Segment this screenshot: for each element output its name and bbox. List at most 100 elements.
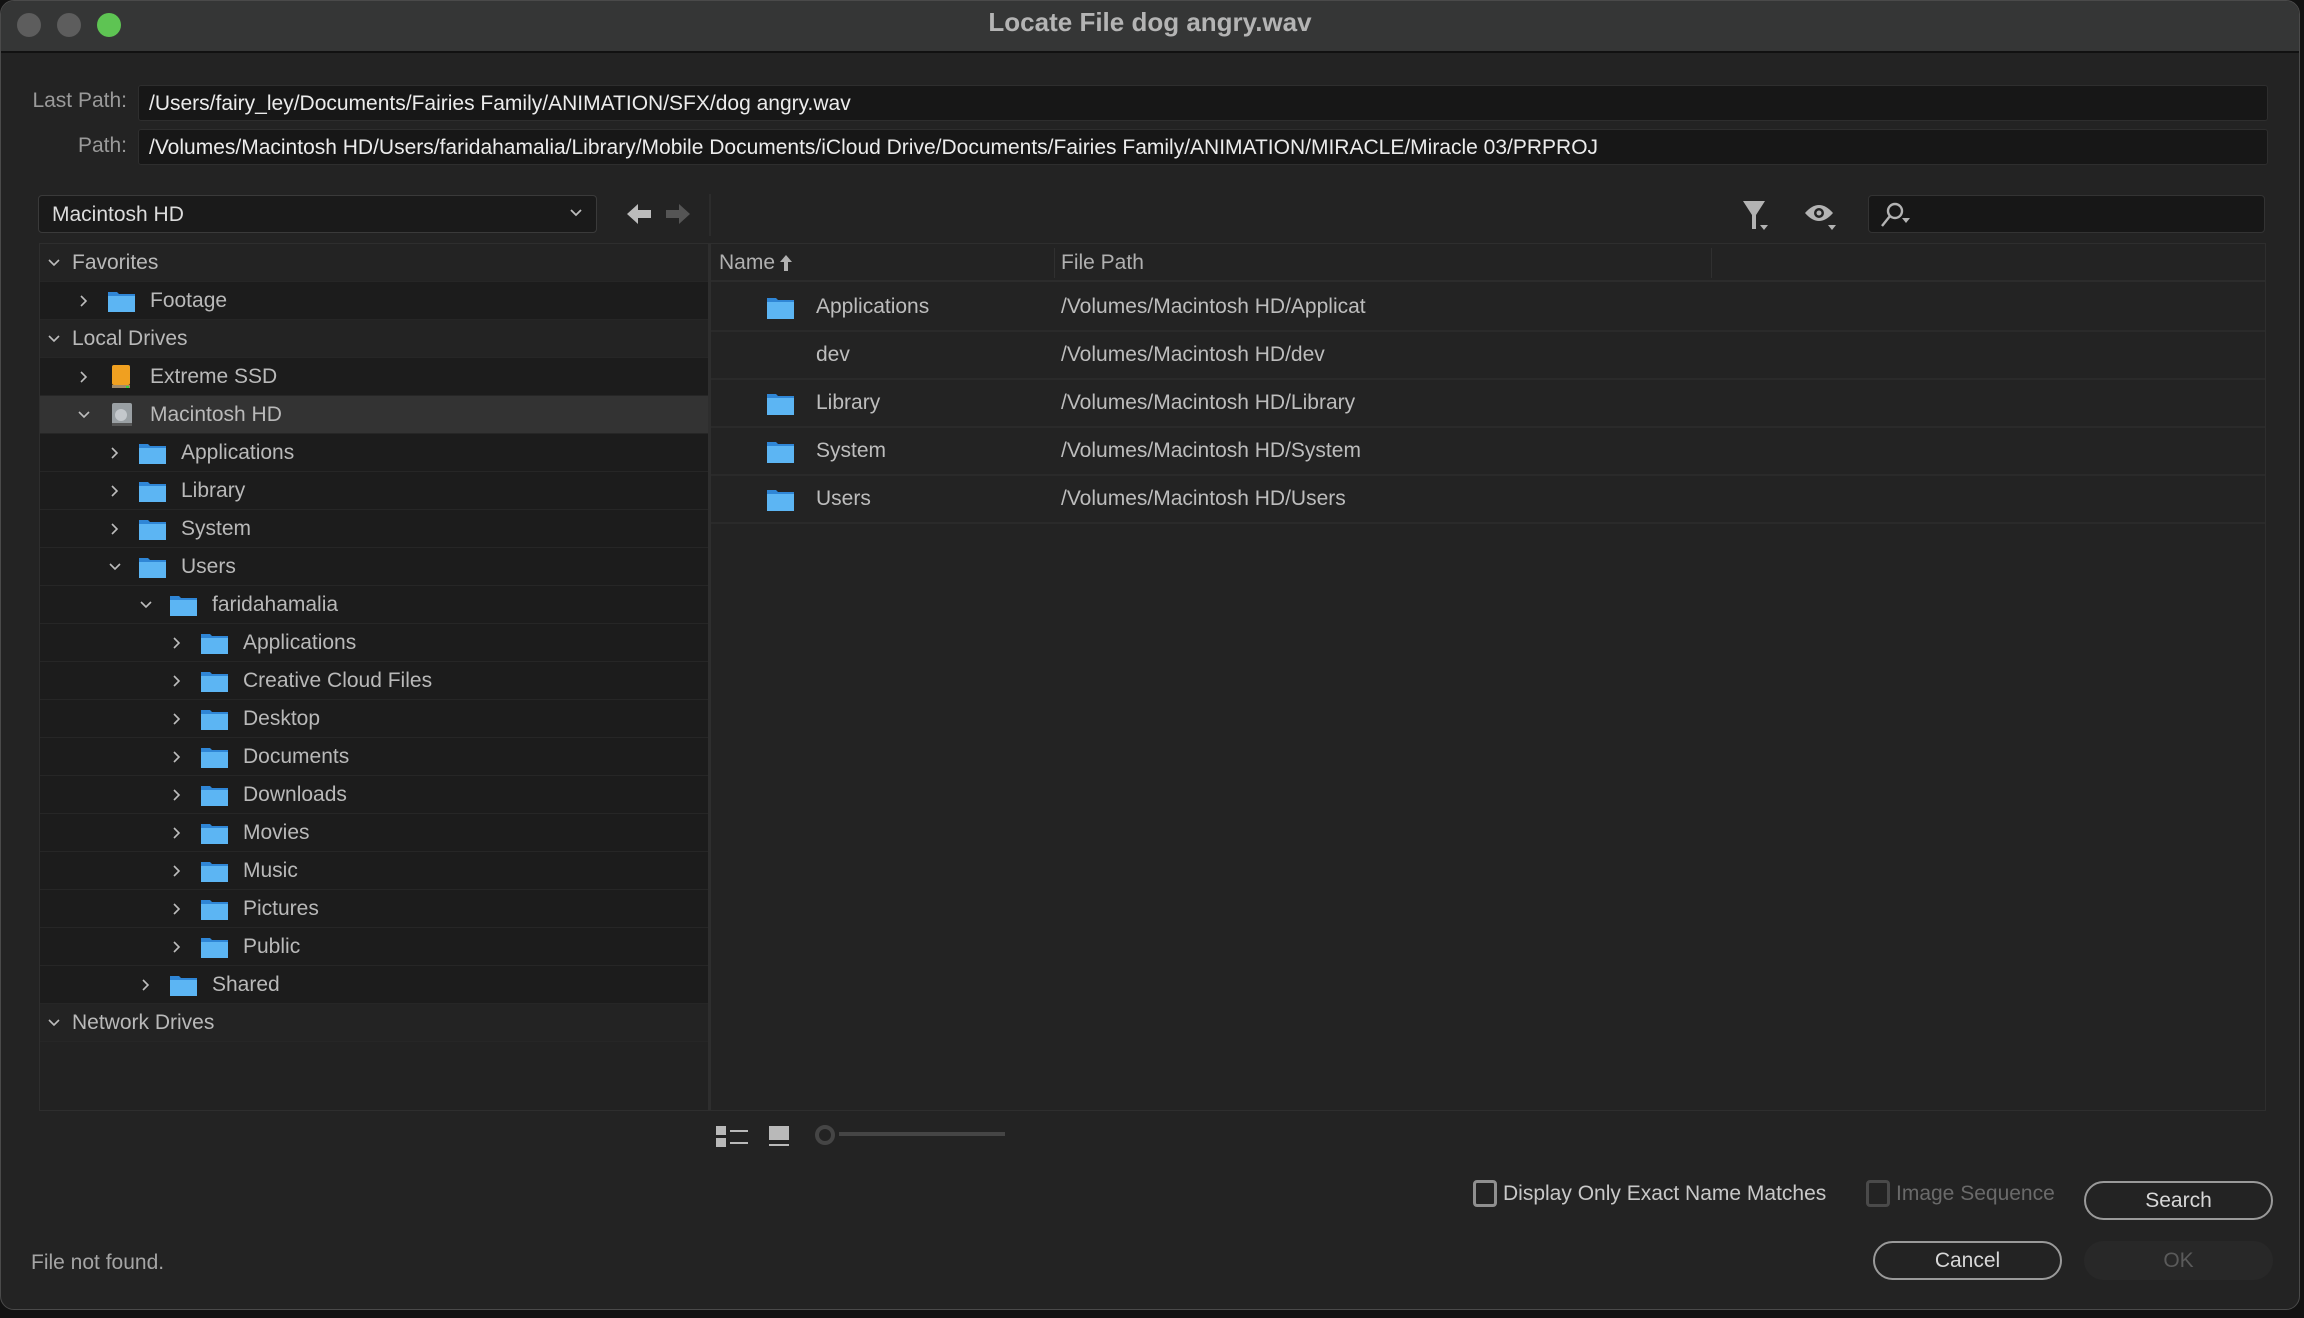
locate-file-dialog: Locate File dog angry.wav Last Path: /Us… (0, 0, 2300, 1310)
tree-item[interactable]: Shared (40, 966, 708, 1004)
file-list-row[interactable]: System/Volumes/Macintosh HD/System (711, 428, 2265, 476)
folder-icon (108, 292, 135, 312)
file-list-row[interactable]: dev/Volumes/Macintosh HD/dev (711, 332, 2265, 380)
chevron-down-icon[interactable] (44, 253, 64, 273)
tree-item[interactable]: Public (40, 928, 708, 966)
chevron-right-icon[interactable] (167, 747, 187, 767)
chevron-down-icon[interactable] (44, 1013, 64, 1033)
tree-item[interactable]: Applications (40, 434, 708, 472)
list-view-button[interactable] (716, 1126, 750, 1150)
drive-dropdown[interactable]: Macintosh HD (38, 195, 597, 233)
file-list-row[interactable]: Library/Volumes/Macintosh HD/Library (711, 380, 2265, 428)
tree-item-label: Network Drives (72, 1011, 215, 1034)
chevron-right-icon[interactable] (167, 709, 187, 729)
sort-ascending-icon (780, 255, 793, 271)
tree-item-label: Music (243, 859, 298, 882)
tree-item[interactable]: Library (40, 472, 708, 510)
system-folder-icon (139, 520, 166, 540)
toolbar-divider (709, 194, 711, 236)
tree-item[interactable]: Creative Cloud Files (40, 662, 708, 700)
chevron-right-icon[interactable] (74, 291, 94, 311)
search-button[interactable]: Search (2084, 1181, 2273, 1220)
applications-folder-icon (201, 634, 228, 654)
chevron-down-icon[interactable] (74, 405, 94, 425)
view-options-button[interactable] (1803, 199, 1843, 233)
tree-item-label: Footage (150, 289, 228, 312)
chevron-down-icon[interactable] (105, 557, 125, 577)
exact-match-checkbox[interactable] (1473, 1180, 1497, 1207)
title-bar: Locate File dog angry.wav (1, 1, 2299, 53)
tree-item-label: Documents (243, 745, 350, 768)
column-resize-handle[interactable] (1711, 248, 1712, 278)
tree-item[interactable]: Macintosh HD (40, 396, 708, 434)
chevron-right-icon[interactable] (167, 785, 187, 805)
forward-button[interactable] (664, 199, 692, 229)
users-folder-icon (138, 555, 167, 579)
tree-item-label: Extreme SSD (150, 365, 278, 388)
zoom-slider-track[interactable] (839, 1132, 1005, 1136)
tree-item[interactable]: Desktop (40, 700, 708, 738)
chevron-right-icon[interactable] (167, 899, 187, 919)
path-field[interactable]: /Volumes/Macintosh HD/Users/faridahamali… (138, 129, 2268, 165)
chevron-right-icon[interactable] (74, 367, 94, 387)
tree-item[interactable]: Applications (40, 624, 708, 662)
tree-item[interactable]: Pictures (40, 890, 708, 928)
chevron-right-icon[interactable] (167, 823, 187, 843)
movies-folder-icon (201, 824, 228, 844)
chevron-right-icon[interactable] (167, 633, 187, 653)
column-resize-handle[interactable] (1054, 248, 1055, 278)
chevron-right-icon[interactable] (167, 671, 187, 691)
tree-item[interactable]: Documents (40, 738, 708, 776)
tree-item[interactable]: Footage (40, 282, 708, 320)
chevron-right-icon[interactable] (105, 443, 125, 463)
tree-group[interactable]: Favorites (40, 244, 708, 282)
chevron-right-icon[interactable] (136, 975, 156, 995)
arrow-left-icon (627, 204, 651, 224)
filter-icon (1743, 201, 1768, 230)
status-message: File not found. (31, 1251, 165, 1274)
tree-item[interactable]: Users (40, 548, 708, 586)
tree-item[interactable]: faridahamalia (40, 586, 708, 624)
creative-cloud-folder-icon (201, 672, 228, 692)
search-input[interactable] (1868, 195, 2265, 233)
thumbnail-view-icon (769, 1126, 789, 1146)
exact-match-option[interactable]: Display Only Exact Name Matches (1473, 1180, 1826, 1207)
chevron-down-icon[interactable] (136, 595, 156, 615)
filter-button[interactable] (1739, 199, 1779, 233)
chevron-right-icon[interactable] (105, 481, 125, 501)
zoom-slider-handle[interactable] (815, 1125, 835, 1145)
search-icon (1881, 202, 1910, 227)
tree-item-label: Users (181, 555, 236, 578)
cancel-button[interactable]: Cancel (1873, 1241, 2062, 1280)
file-list-row[interactable]: Users/Volumes/Macintosh HD/Users (711, 476, 2265, 524)
tree-group[interactable]: Local Drives (40, 320, 708, 358)
tree-group[interactable]: Network Drives (40, 1004, 708, 1042)
documents-folder-icon (201, 748, 228, 768)
tree-item-label: Desktop (243, 707, 321, 730)
file-path: /Volumes/Macintosh HD/dev (1061, 343, 1325, 366)
hard-drive-icon (107, 403, 136, 427)
back-button[interactable] (625, 199, 653, 229)
tree-item[interactable]: Downloads (40, 776, 708, 814)
tree-item[interactable]: Movies (40, 814, 708, 852)
file-list-row[interactable]: Applications/Volumes/Macintosh HD/Applic… (711, 284, 2265, 332)
system-folder-icon (138, 517, 167, 541)
tree-item[interactable]: System (40, 510, 708, 548)
home-folder-icon (170, 596, 197, 616)
last-path-field[interactable]: /Users/fairy_ley/Documents/Fairies Famil… (138, 85, 2268, 121)
system-folder-icon (766, 439, 795, 464)
folder-tree: Favorites Footage Local Drives Extreme SSD M… (39, 243, 709, 1111)
exact-match-label: Display Only Exact Name Matches (1503, 1181, 1827, 1205)
column-header-file-path[interactable]: File Path (1061, 251, 1144, 275)
chevron-right-icon[interactable] (167, 937, 187, 957)
tree-item[interactable]: Extreme SSD (40, 358, 708, 396)
thumbnail-view-button[interactable] (769, 1126, 803, 1150)
tree-item-label: Local Drives (72, 327, 188, 350)
tree-item-label: Downloads (243, 783, 347, 806)
file-list: Name File Path Applications/Volumes/Maci… (709, 243, 2266, 1111)
column-header-name[interactable]: Name (719, 251, 793, 275)
chevron-right-icon[interactable] (167, 861, 187, 881)
chevron-down-icon[interactable] (44, 329, 64, 349)
chevron-right-icon[interactable] (105, 519, 125, 539)
tree-item[interactable]: Music (40, 852, 708, 890)
